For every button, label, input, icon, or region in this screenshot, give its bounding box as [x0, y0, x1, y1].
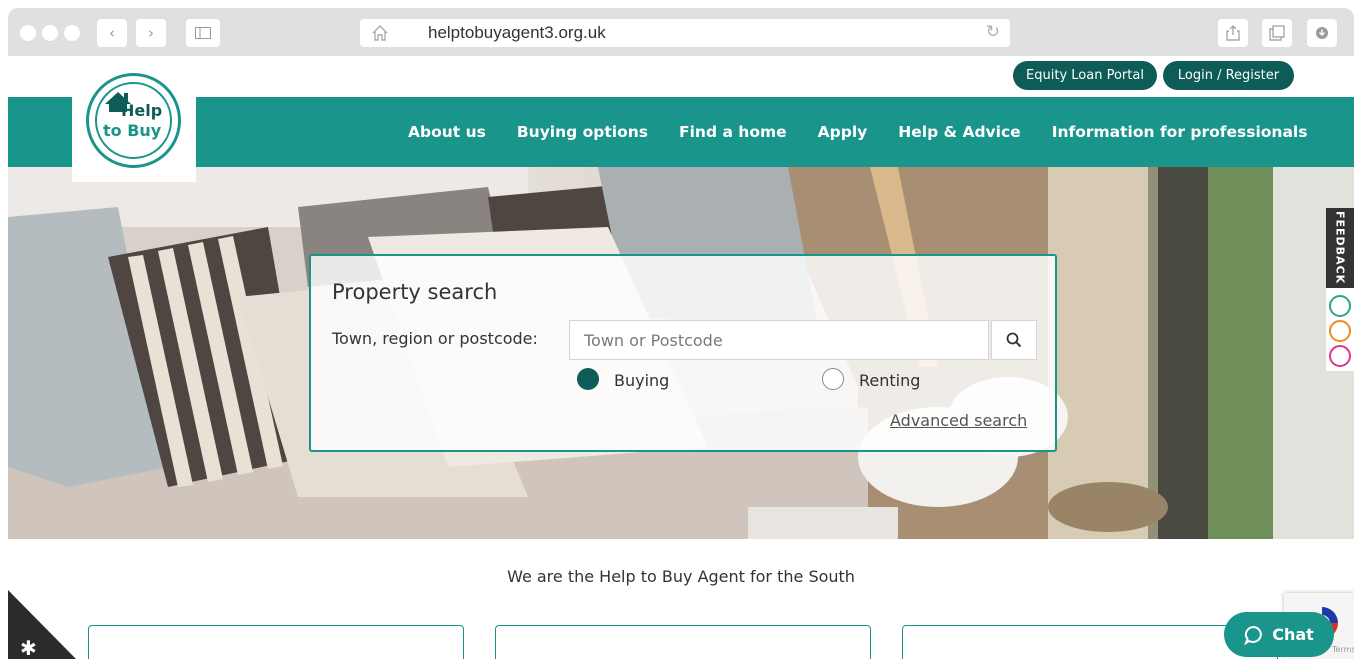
chat-bubble-icon: [1244, 625, 1263, 645]
happy-face-icon[interactable]: [1329, 295, 1351, 317]
url-text: helptobuyagent3.org.uk: [428, 23, 606, 42]
chevron-right-icon: ›: [148, 24, 154, 42]
share-button[interactable]: [1218, 19, 1248, 47]
forward-button[interactable]: ›: [136, 19, 166, 47]
nav-find-a-home[interactable]: Find a home: [679, 123, 787, 141]
home-icon[interactable]: [370, 23, 390, 43]
search-icon: [1006, 332, 1022, 348]
webpage: Equity Loan Portal Login / Register Abou…: [8, 56, 1354, 659]
window-close-dot[interactable]: [20, 25, 36, 41]
location-search-input[interactable]: [569, 320, 989, 360]
accessibility-corner[interactable]: [8, 590, 76, 659]
chevron-left-icon: ‹: [109, 24, 115, 42]
logo-text-help: Help: [121, 101, 163, 120]
sidebar-toggle-button[interactable]: [186, 19, 220, 47]
tabs-icon: [1269, 25, 1285, 41]
downloads-button[interactable]: [1307, 19, 1337, 47]
nav-buying-options[interactable]: Buying options: [517, 123, 648, 141]
neutral-face-icon[interactable]: [1329, 320, 1351, 342]
advanced-search-link[interactable]: Advanced search: [890, 411, 1027, 430]
info-card[interactable]: [495, 625, 871, 659]
info-card[interactable]: [88, 625, 464, 659]
chat-label: Chat: [1272, 625, 1314, 644]
location-label: Town, region or postcode:: [332, 329, 538, 348]
browser-toolbar: ‹ › helptobuyagent3.org.uk ↻: [8, 8, 1354, 56]
main-navigation: About us Buying options Find a home Appl…: [8, 97, 1354, 167]
tabs-button[interactable]: [1262, 19, 1292, 47]
search-button[interactable]: [991, 320, 1037, 360]
buying-radio[interactable]: [577, 368, 599, 390]
help-to-buy-logo[interactable]: Help to Buy: [72, 66, 196, 182]
address-bar[interactable]: helptobuyagent3.org.uk ↻: [360, 19, 1010, 47]
renting-radio[interactable]: [822, 368, 844, 390]
recaptcha-terms[interactable]: Terms: [1332, 645, 1354, 654]
equity-loan-portal-button[interactable]: Equity Loan Portal: [1013, 61, 1157, 90]
nav-information-for-professionals[interactable]: Information for professionals: [1052, 123, 1308, 141]
gear-icon[interactable]: ✱: [20, 636, 37, 659]
tagline: We are the Help to Buy Agent for the Sou…: [507, 567, 855, 586]
download-icon: [1316, 27, 1328, 39]
hero-banner: Property search Town, region or postcode…: [8, 167, 1354, 539]
renting-label: Renting: [859, 371, 921, 390]
sidebar-icon: [195, 27, 211, 39]
buying-label: Buying: [614, 371, 670, 390]
property-search-title: Property search: [332, 280, 498, 304]
nav-help-advice[interactable]: Help & Advice: [898, 123, 1020, 141]
reload-icon[interactable]: ↻: [986, 22, 1000, 42]
nav-apply[interactable]: Apply: [818, 123, 868, 141]
back-button[interactable]: ‹: [97, 19, 127, 47]
share-icon: [1226, 25, 1240, 41]
info-card[interactable]: [902, 625, 1278, 659]
feedback-label[interactable]: FEEDBACK: [1326, 208, 1354, 288]
sad-face-icon[interactable]: [1329, 345, 1351, 367]
window-minimize-dot[interactable]: [42, 25, 58, 41]
feedback-widget[interactable]: FEEDBACK: [1326, 208, 1354, 371]
logo-text-to-buy: to Buy: [103, 121, 162, 140]
login-register-button[interactable]: Login / Register: [1163, 61, 1294, 90]
chat-button[interactable]: Chat: [1224, 612, 1334, 657]
window-zoom-dot[interactable]: [64, 25, 80, 41]
property-search-panel: Property search Town, region or postcode…: [309, 254, 1057, 452]
nav-about-us[interactable]: About us: [408, 123, 486, 141]
